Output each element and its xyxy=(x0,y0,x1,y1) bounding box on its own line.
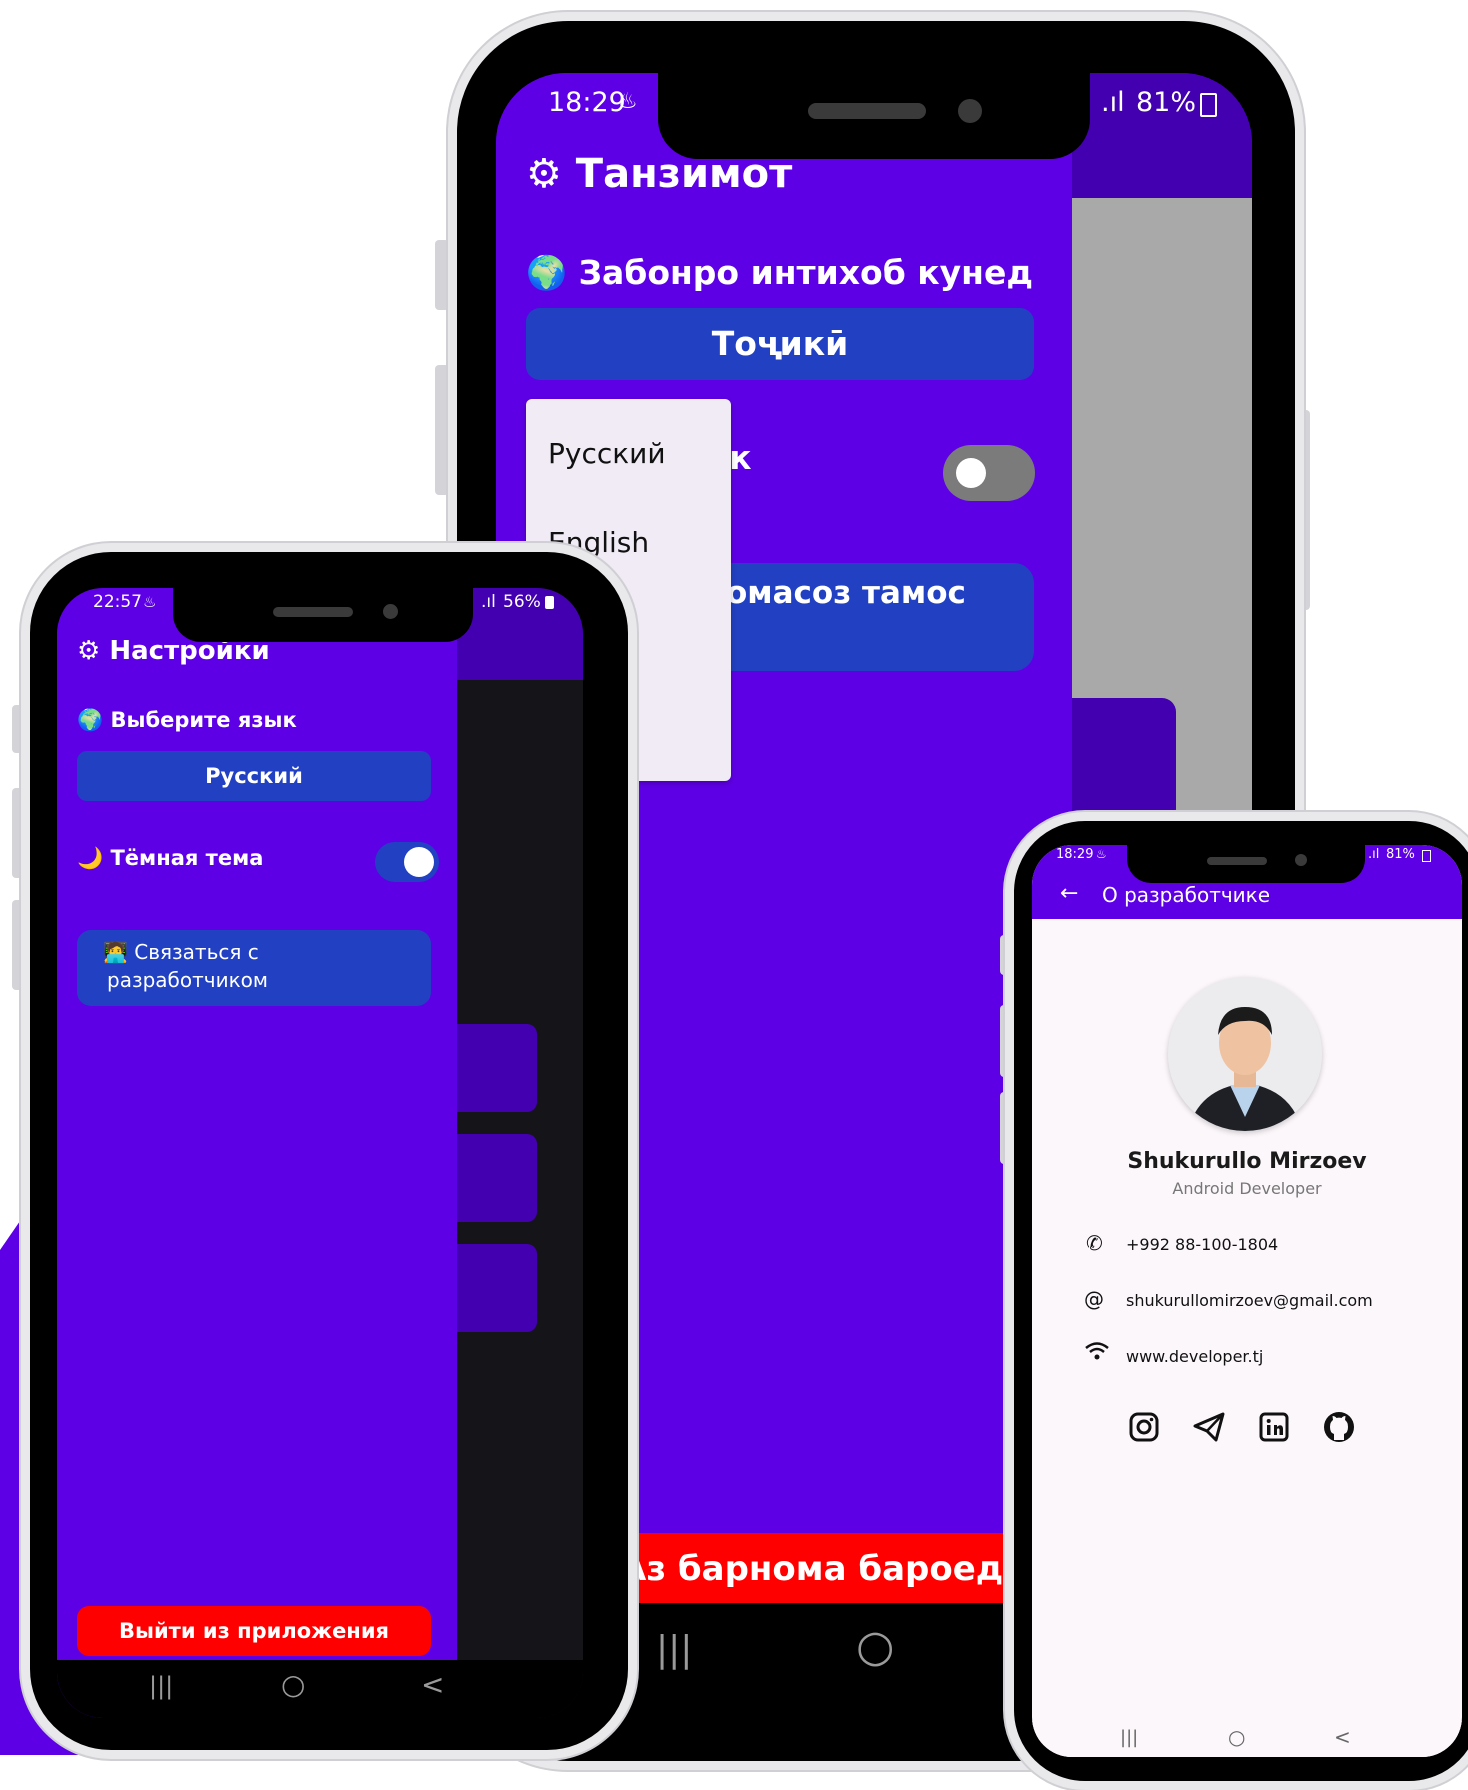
contact-developer-button[interactable]: 🧑‍💻 Связаться с разработчиком xyxy=(77,930,431,1006)
telegram-icon[interactable] xyxy=(1192,1411,1226,1443)
home-button[interactable]: ○ xyxy=(856,1621,894,1672)
dark-theme-toggle[interactable] xyxy=(943,445,1035,501)
website-link[interactable]: www.developer.tj xyxy=(1126,1347,1263,1366)
toggle-knob xyxy=(404,847,434,877)
battery-icon xyxy=(1200,93,1217,117)
avatar-illustration xyxy=(1168,977,1322,1131)
background-card xyxy=(1066,698,1176,823)
signal-icon: .ıl xyxy=(1368,847,1380,862)
contact-label-line2: разработчиком xyxy=(107,968,268,992)
signal-icon: .ıl xyxy=(1101,87,1125,118)
speaker xyxy=(1207,857,1267,865)
exit-button[interactable]: Аз барнома бароед xyxy=(616,1533,1072,1605)
language-select[interactable]: Русский xyxy=(77,751,431,801)
camera xyxy=(958,99,982,123)
avatar xyxy=(1168,977,1322,1131)
battery-icon xyxy=(1422,850,1431,862)
background-card xyxy=(457,1244,537,1332)
wifi-icon xyxy=(1084,1341,1110,1361)
recents-button[interactable]: ||| xyxy=(1120,1727,1138,1748)
back-button[interactable]: < xyxy=(421,1668,444,1701)
background-card xyxy=(457,1134,537,1222)
back-arrow-icon[interactable]: ← xyxy=(1060,881,1078,906)
exit-button-label: Аз барнома бароед xyxy=(620,1549,1004,1589)
dark-theme-label: 🌙 Тёмная тема xyxy=(77,846,264,870)
language-label: 🌍 Забонро интихоб кунед xyxy=(526,253,1033,292)
contact-button-label: омасоз тамос xyxy=(726,575,966,611)
phone-russian: 22:57 ♨ .ıl 56% ⚙ Настройки 🌍 Выберите я… xyxy=(21,543,637,1759)
speaker xyxy=(808,103,926,119)
exit-button[interactable]: Выйти из приложения xyxy=(77,1606,431,1656)
status-time: 18:29 xyxy=(548,87,626,118)
screen-developer: 18:29 ♨ .ıl 81% ← О разработчике Shukuru… xyxy=(1032,845,1462,1757)
battery-level: 81% xyxy=(1386,847,1415,862)
background-card xyxy=(457,1024,537,1112)
language-label: 🌍 Выберите язык xyxy=(77,708,297,732)
recents-button[interactable]: ||| xyxy=(149,1672,173,1700)
linkedin-icon[interactable] xyxy=(1258,1411,1290,1443)
battery-icon xyxy=(545,596,554,609)
developer-role: Android Developer xyxy=(1172,1179,1322,1198)
dark-theme-toggle[interactable] xyxy=(375,842,439,882)
nav-bar: ||| ○ < xyxy=(1032,1721,1462,1757)
camera xyxy=(1295,854,1307,866)
screen-russian: 22:57 ♨ .ıl 56% ⚙ Настройки 🌍 Выберите я… xyxy=(57,588,583,1718)
notch xyxy=(1127,839,1365,883)
signal-icon: .ıl xyxy=(481,592,496,612)
github-icon[interactable] xyxy=(1322,1410,1356,1444)
notch xyxy=(658,63,1090,159)
nav-bar: ||| ○ < xyxy=(57,1660,583,1718)
status-time: 18:29 xyxy=(1056,847,1094,862)
instagram-icon[interactable] xyxy=(1128,1411,1160,1443)
battery-level: 56% xyxy=(503,592,541,612)
speaker xyxy=(273,607,353,617)
page-title: О разработчике xyxy=(1102,883,1271,907)
phone-developer: 18:29 ♨ .ıl 81% ← О разработчике Shukuru… xyxy=(1005,812,1468,1790)
dropdown-item-russian[interactable]: Русский xyxy=(548,437,666,470)
email-address[interactable]: shukurullomirzoev@gmail.com xyxy=(1126,1291,1373,1310)
status-time: 22:57 xyxy=(93,592,142,612)
language-select[interactable]: Тоҷикӣ xyxy=(526,308,1034,380)
battery-level: 81% xyxy=(1136,87,1197,118)
contact-label-line1: 🧑‍💻 Связаться с xyxy=(103,940,259,964)
phone-number[interactable]: +992 88-100-1804 xyxy=(1126,1235,1278,1254)
email-icon: @ xyxy=(1084,1287,1104,1311)
phone-icon: ✆ xyxy=(1086,1231,1103,1255)
notch xyxy=(173,580,473,642)
home-button[interactable]: ○ xyxy=(281,1668,305,1701)
notification-icon: ♨ xyxy=(618,89,638,114)
notification-icon: ♨ xyxy=(143,593,157,611)
toggle-knob xyxy=(956,458,986,488)
developer-name: Shukurullo Mirzoev xyxy=(1127,1149,1367,1174)
recents-button[interactable]: ||| xyxy=(656,1629,692,1670)
volume-button xyxy=(435,365,449,495)
back-button[interactable]: < xyxy=(1334,1725,1351,1749)
notification-icon: ♨ xyxy=(1096,847,1107,861)
volume-button xyxy=(435,240,449,310)
home-button[interactable]: ○ xyxy=(1228,1725,1245,1749)
camera xyxy=(383,604,398,619)
